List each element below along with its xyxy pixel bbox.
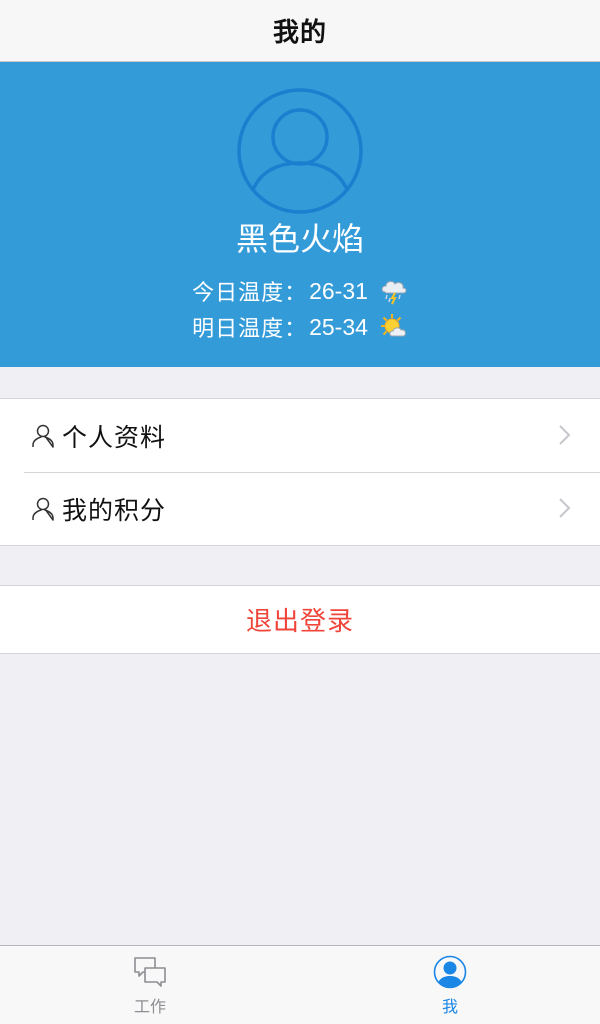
- profile-header: 黑色火焰 今日温度： 26-31 明日温度： 25-34: [0, 62, 600, 367]
- menu-item-label: 我的积分: [62, 495, 167, 525]
- person-outline-icon: [32, 424, 54, 448]
- avatar-icon[interactable]: [236, 87, 364, 215]
- profile-menu: 个人资料 我的积分: [0, 398, 600, 546]
- tab-bar: 工作 我: [0, 945, 600, 1024]
- tomorrow-temp-value: 25-34: [309, 313, 368, 340]
- sun-cloud-icon: [380, 314, 406, 337]
- thunderstorm-rain-icon: [381, 281, 407, 305]
- chat-bubbles-icon: [134, 957, 166, 987]
- tomorrow-temp-label: 明日温度：: [192, 317, 308, 342]
- person-outline-icon: [32, 497, 54, 521]
- tomorrow-weather: 明日温度： 25-34: [0, 310, 600, 344]
- tab-label: 我: [441, 997, 458, 1016]
- today-weather: 今日温度： 26-31: [0, 274, 600, 308]
- tab-work[interactable]: 工作: [0, 946, 300, 1024]
- logout-button[interactable]: 退出登录: [0, 585, 600, 654]
- navigation-bar: 我的: [0, 0, 600, 62]
- today-temp-value: 26-31: [309, 277, 368, 304]
- chevron-right-icon: [559, 498, 571, 518]
- logout-label: 退出登录: [245, 607, 354, 637]
- chevron-right-icon: [559, 425, 571, 445]
- tab-me[interactable]: 我: [300, 946, 600, 1024]
- menu-item-label: 个人资料: [62, 422, 167, 452]
- page-title: 我的: [272, 18, 327, 48]
- today-temp-label: 今日温度：: [192, 281, 308, 306]
- menu-item-personal-info[interactable]: 个人资料: [0, 399, 600, 472]
- username: 黑色火焰: [235, 220, 364, 258]
- menu-item-my-points[interactable]: 我的积分: [0, 472, 600, 545]
- user-circle-icon: [433, 955, 467, 989]
- tab-label: 工作: [133, 997, 166, 1016]
